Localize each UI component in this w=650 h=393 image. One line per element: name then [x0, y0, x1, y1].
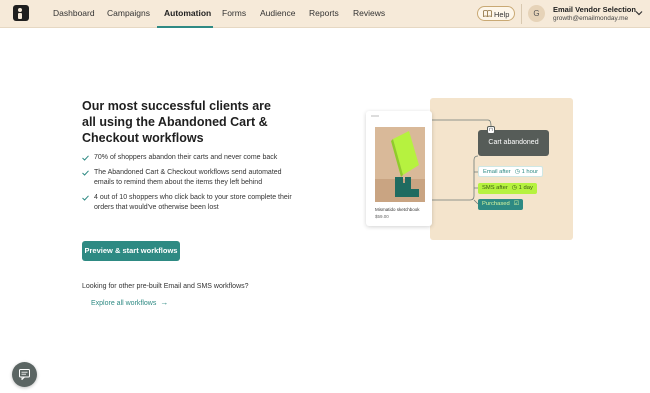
step-purchased: Purchased ☑	[478, 199, 524, 210]
workflow-connector-lines	[432, 119, 492, 205]
step-sms-after: SMS after ◷ 1 day	[478, 183, 537, 194]
step-detail: 1 hour	[521, 169, 539, 175]
check-box-icon: ☑	[513, 201, 520, 207]
product-card: Mismatido sketchbook $59.00	[366, 111, 432, 226]
product-price: $59.00	[375, 214, 389, 219]
cart-node-icon: ⊓	[487, 126, 495, 134]
chat-button[interactable]	[12, 362, 37, 387]
step-detail: 1 day	[518, 185, 533, 191]
card-topbar	[371, 115, 379, 117]
chat-icon	[19, 369, 30, 380]
step-label: SMS after	[482, 185, 508, 191]
step-email-after: Email after ◷ 1 hour	[478, 166, 544, 177]
step-label: Email after	[483, 169, 511, 175]
clock-icon: ◷	[514, 169, 520, 175]
product-image	[375, 127, 425, 202]
step-label: Purchased	[482, 201, 510, 207]
product-title: Mismatido sketchbook	[375, 207, 420, 212]
clock-icon: ◷	[511, 185, 518, 191]
sketchbook-illustration	[375, 127, 425, 202]
